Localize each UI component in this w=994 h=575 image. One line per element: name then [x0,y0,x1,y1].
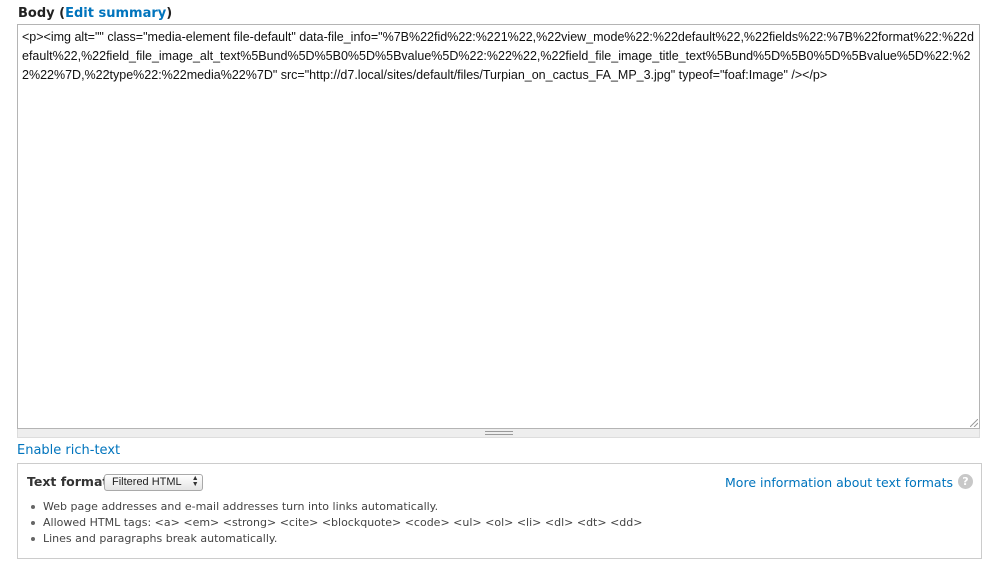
enable-rich-text-link[interactable]: Enable rich-text [17,443,120,458]
text-format-tips: Web page addresses and e-mail addresses … [26,499,642,547]
tip-item: Web page addresses and e-mail addresses … [26,499,642,515]
body-textarea-wrapper: <p><img alt="" class="media-element file… [17,24,980,429]
body-label-text: Body [18,6,55,21]
tip-item: Lines and paragraphs break automatically… [26,531,642,547]
resize-corner-icon[interactable] [970,419,978,427]
textarea-resize-grippie[interactable] [17,429,980,438]
text-format-selected: Filtered HTML [112,476,182,488]
body-field-label: Body (Edit summary) [18,6,172,21]
tip-item: Allowed HTML tags: <a> <em> <strong> <ci… [26,515,642,531]
edit-summary-link[interactable]: Edit summary [65,6,166,21]
select-updown-icon: ▲ ▼ [191,475,199,488]
text-format-label: Text format [27,474,109,489]
more-info-text-formats-link[interactable]: More information about text formats [725,475,953,490]
body-textarea[interactable]: <p><img alt="" class="media-element file… [18,25,979,428]
grippie-handle-icon [484,431,513,435]
summary-paren-close: ) [166,6,173,21]
question-icon[interactable]: ? [958,474,973,489]
text-format-panel: Text format Filtered HTML ▲ ▼ More inform… [17,463,982,559]
text-format-select[interactable]: Filtered HTML ▲ ▼ [104,474,203,491]
